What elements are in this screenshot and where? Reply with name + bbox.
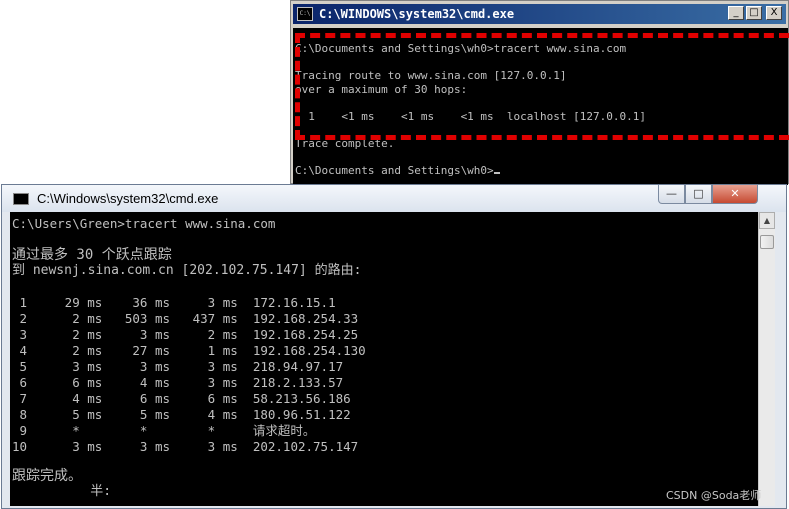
scrollbar-thumb[interactable] <box>760 235 774 249</box>
ime-status: 半: <box>12 484 112 499</box>
console-footer: 跟踪完成。 <box>12 468 82 484</box>
xp-window-title: C:\WINDOWS\system32\cmd.exe <box>319 7 515 21</box>
hop-row: 9 * * * 请求超时。 <box>12 423 316 438</box>
hop-row: 5 3 ms 3 ms 3 ms 218.94.97.17 <box>12 359 344 374</box>
console-header: 通过最多 30 个跃点跟踪 <box>12 247 172 263</box>
cmd-icon: C:\ <box>297 7 313 21</box>
xp-titlebar[interactable]: C:\ C:\WINDOWS\system32\cmd.exe _ □ X <box>293 4 786 24</box>
console-command: C:\Users\Green>tracert www.sina.com <box>12 216 276 231</box>
win7-cmd-window: C:\Windows\system32\cmd.exe — □ ✕ C:\Use… <box>1 184 787 509</box>
win7-window-title: C:\Windows\system32\cmd.exe <box>37 191 219 206</box>
hop-row: 10 3 ms 3 ms 3 ms 202.102.75.147 <box>12 439 359 454</box>
win7-titlebar[interactable]: C:\Windows\system32\cmd.exe — □ ✕ <box>2 185 786 212</box>
console-prompt-line: C:\Documents and Settings\wh0> <box>295 164 500 178</box>
scroll-up-arrow-icon[interactable]: ▲ <box>759 212 775 229</box>
hop-row: 3 2 ms 3 ms 2 ms 192.168.254.25 <box>12 327 359 342</box>
hop-row: 6 6 ms 4 ms 3 ms 218.2.133.57 <box>12 375 344 390</box>
win7-console-output[interactable]: C:\Users\Green>tracert www.sina.com 通过最多… <box>10 212 758 506</box>
hop-row: 7 4 ms 6 ms 6 ms 58.213.56.186 <box>12 391 351 406</box>
vertical-scrollbar[interactable]: ▲ <box>758 212 775 506</box>
watermark: CSDN @Soda老师 <box>666 489 762 502</box>
hop-row: 8 5 ms 5 ms 4 ms 180.96.51.122 <box>12 407 351 422</box>
minimize-button[interactable]: _ <box>728 6 744 20</box>
maximize-button[interactable]: □ <box>685 185 712 204</box>
console-header: 到 newsnj.sina.com.cn [202.102.75.147] 的路… <box>12 263 362 278</box>
hop-row: 4 2 ms 27 ms 1 ms 192.168.254.130 <box>12 343 366 358</box>
hop-row: 1 29 ms 36 ms 3 ms 172.16.15.1 <box>12 295 336 310</box>
highlight-box <box>295 33 789 140</box>
hop-row: 2 2 ms 503 ms 437 ms 192.168.254.33 <box>12 311 359 326</box>
text-cursor <box>493 172 500 174</box>
maximize-button[interactable]: □ <box>746 6 762 20</box>
close-button[interactable]: ✕ <box>712 185 758 204</box>
close-button[interactable]: X <box>766 6 782 20</box>
minimize-button[interactable]: — <box>658 185 685 204</box>
console-prompt: C:\Documents and Settings\wh0> <box>295 164 494 177</box>
cmd-icon <box>13 193 29 205</box>
